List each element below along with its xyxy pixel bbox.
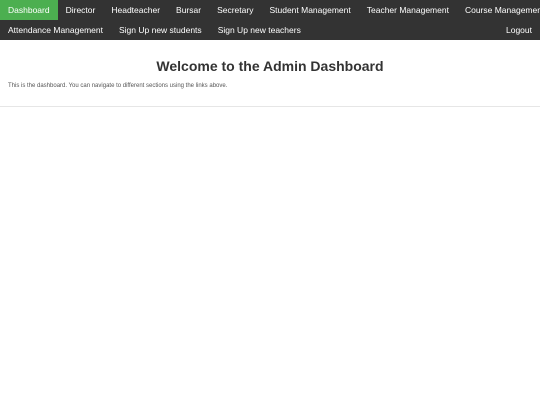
nav-item-bursar[interactable]: Bursar: [168, 0, 209, 20]
page-description: This is the dashboard. You can navigate …: [8, 83, 228, 89]
page-title: Welcome to the Admin Dashboard: [156, 58, 384, 74]
nav-item-student-management[interactable]: Student Management: [261, 0, 358, 20]
nav-item-secretary[interactable]: Secretary: [209, 0, 261, 20]
logout-link[interactable]: Logout: [498, 20, 540, 40]
nav-item-headteacher[interactable]: Headteacher: [103, 0, 168, 20]
top-navbar: Dashboard Director Headteacher Bursar Se…: [0, 0, 540, 40]
nav-item-teacher-management[interactable]: Teacher Management: [359, 0, 457, 20]
main-content: Welcome to the Admin Dashboard This is t…: [0, 40, 540, 107]
nav-item-director[interactable]: Director: [58, 0, 104, 20]
nav-item-signup-students[interactable]: Sign Up new students: [111, 20, 210, 40]
nav-item-signup-teachers[interactable]: Sign Up new teachers: [210, 20, 309, 40]
nav-item-course-management[interactable]: Course Management: [457, 0, 540, 20]
nav-item-dashboard[interactable]: Dashboard: [0, 0, 58, 20]
nav-item-attendance-management[interactable]: Attendance Management: [0, 20, 111, 40]
nav-row-primary: Dashboard Director Headteacher Bursar Se…: [0, 0, 540, 20]
nav-row-secondary: Attendance Management Sign Up new studen…: [0, 20, 540, 40]
